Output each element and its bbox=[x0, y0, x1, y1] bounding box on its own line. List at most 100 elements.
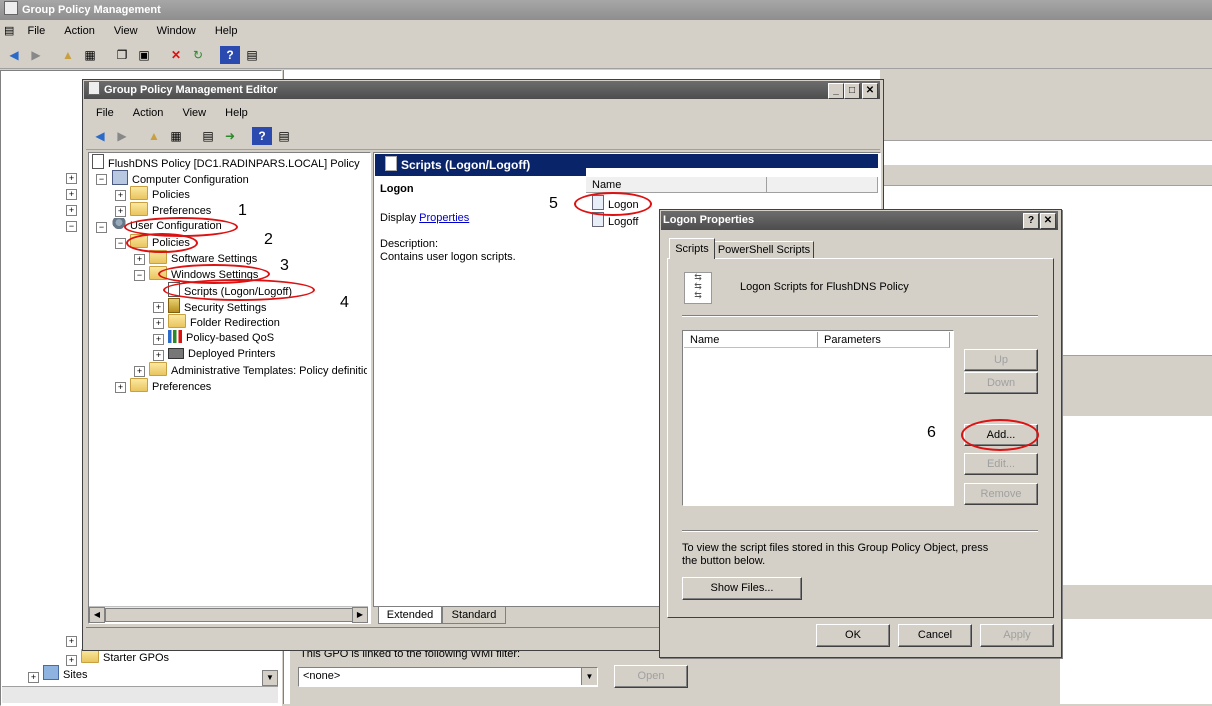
sites-expand[interactable]: + bbox=[28, 672, 39, 683]
dialog-scripts-list[interactable] bbox=[682, 330, 954, 506]
ok-button[interactable]: OK bbox=[816, 624, 890, 647]
chevron-down-icon[interactable]: ▼ bbox=[581, 668, 597, 685]
minimize-icon[interactable]: _ bbox=[828, 83, 844, 99]
scroll-left-icon[interactable]: ◀ bbox=[89, 607, 105, 623]
tree-item-cc-preferences[interactable]: Preferences bbox=[130, 202, 211, 218]
dialog-close-icon[interactable]: ✕ bbox=[1040, 213, 1056, 229]
tree-item-deployed-printers[interactable]: Deployed Printers bbox=[168, 346, 275, 362]
tree-item-administrative-templates[interactable]: Administrative Templates: Policy definit… bbox=[149, 362, 367, 378]
dialog-info-text: To view the script files stored in this … bbox=[682, 542, 989, 567]
forward-arrow-icon[interactable]: ▶ bbox=[26, 46, 46, 64]
paste-icon[interactable]: ▣ bbox=[134, 46, 154, 64]
folder-redirection-expand[interactable]: + bbox=[153, 318, 164, 329]
scroll-thumb[interactable] bbox=[105, 608, 353, 622]
dialog-title-bar[interactable]: Logon Properties ? ✕ bbox=[661, 211, 1058, 230]
computer-config-collapse[interactable]: − bbox=[96, 174, 107, 185]
dialog-header-name[interactable]: Name bbox=[684, 332, 818, 348]
outer-collapse-4[interactable]: − bbox=[66, 221, 77, 232]
tree-label: FlushDNS Policy [DC1.RADINPARS.LOCAL] Po… bbox=[108, 158, 360, 170]
scroll-right-icon[interactable]: ▶ bbox=[352, 607, 368, 623]
editor-menu-file[interactable]: File bbox=[88, 103, 122, 123]
outer-expand-5[interactable]: + bbox=[66, 636, 77, 647]
security-settings-expand[interactable]: + bbox=[153, 302, 164, 313]
tree-root[interactable]: FlushDNS Policy [DC1.RADINPARS.LOCAL] Po… bbox=[92, 154, 360, 170]
outer-expand-3[interactable]: + bbox=[66, 205, 77, 216]
back-arrow-icon[interactable]: ◀ bbox=[90, 127, 110, 145]
outer-menu-action[interactable]: Action bbox=[56, 21, 103, 41]
show-hide-tree-icon[interactable]: ▦ bbox=[80, 46, 100, 64]
editor-menu-view[interactable]: View bbox=[174, 103, 214, 123]
up-button[interactable]: Up bbox=[964, 349, 1038, 371]
dialog-tab-scripts[interactable]: Scripts bbox=[669, 238, 715, 259]
properties-icon[interactable]: ▤ bbox=[242, 46, 262, 64]
uc-preferences-expand[interactable]: + bbox=[115, 382, 126, 393]
outer-expand-1[interactable]: + bbox=[66, 173, 77, 184]
outer-system-icon[interactable]: ▤ bbox=[0, 21, 16, 41]
outer-menu-window[interactable]: Window bbox=[149, 21, 204, 41]
annotation-oval-add bbox=[961, 419, 1039, 451]
outer-expand-2[interactable]: + bbox=[66, 189, 77, 200]
windows-settings-collapse[interactable]: − bbox=[134, 270, 145, 281]
up-folder-icon[interactable]: ▲ bbox=[58, 46, 78, 64]
software-settings-expand[interactable]: + bbox=[134, 254, 145, 265]
properties-icon[interactable]: ▤ bbox=[198, 127, 218, 145]
dialog-help-icon[interactable]: ? bbox=[1023, 213, 1039, 229]
admin-templates-expand[interactable]: + bbox=[134, 366, 145, 377]
down-button[interactable]: Down bbox=[964, 372, 1038, 394]
maximize-icon[interactable]: □ bbox=[844, 83, 860, 99]
dialog-header-parameters[interactable]: Parameters bbox=[818, 332, 950, 348]
deployed-printers-expand[interactable]: + bbox=[153, 350, 164, 361]
editor-title-bar[interactable]: Group Policy Management Editor _ □ ✕ bbox=[84, 81, 880, 99]
outer-right-band bbox=[880, 70, 1212, 141]
tree-item-folder-redirection[interactable]: Folder Redirection bbox=[168, 314, 280, 330]
uc-policies-collapse[interactable]: − bbox=[115, 238, 126, 249]
wmi-filter-select[interactable]: <none> ▼ bbox=[298, 667, 598, 687]
action-pane-icon[interactable]: ▤ bbox=[274, 127, 294, 145]
printer-icon bbox=[168, 348, 184, 359]
edit-button[interactable]: Edit... bbox=[964, 453, 1038, 475]
tree-item-policy-based-qos[interactable]: Policy-based QoS bbox=[168, 330, 274, 346]
tab-standard[interactable]: Standard bbox=[442, 607, 506, 624]
export-icon[interactable]: ➜ bbox=[220, 127, 240, 145]
outer-menu-file[interactable]: File bbox=[19, 21, 53, 41]
tree-item-sites[interactable]: + Sites bbox=[28, 665, 88, 683]
copy-icon[interactable]: ❐ bbox=[112, 46, 132, 64]
editor-menu-action[interactable]: Action bbox=[125, 103, 172, 123]
tree-item-computer-configuration[interactable]: Computer Configuration bbox=[112, 170, 249, 186]
tree-label: Sites bbox=[63, 669, 88, 681]
outer-hscroll[interactable] bbox=[2, 686, 278, 703]
outer-tree-scroll-down[interactable]: ▼ bbox=[262, 670, 278, 686]
show-hide-tree-icon[interactable]: ▦ bbox=[166, 127, 186, 145]
forward-arrow-icon[interactable]: ▶ bbox=[112, 127, 132, 145]
tree-item-starter-gpos[interactable]: + Starter GPOs bbox=[66, 649, 169, 666]
outer-menu-help[interactable]: Help bbox=[207, 21, 246, 41]
tab-extended[interactable]: Extended bbox=[378, 607, 442, 624]
show-files-button[interactable]: Show Files... bbox=[682, 577, 802, 600]
refresh-icon[interactable]: ↻ bbox=[188, 46, 208, 64]
wmi-open-button[interactable]: Open bbox=[614, 665, 688, 688]
editor-menu-help[interactable]: Help bbox=[217, 103, 256, 123]
up-folder-icon[interactable]: ▲ bbox=[144, 127, 164, 145]
properties-link[interactable]: Properties bbox=[419, 212, 469, 224]
help-icon[interactable]: ? bbox=[220, 46, 240, 64]
cancel-button[interactable]: Cancel bbox=[898, 624, 972, 647]
cc-policies-expand[interactable]: + bbox=[115, 190, 126, 201]
outer-menu-view[interactable]: View bbox=[106, 21, 146, 41]
details-display-row: Display Properties bbox=[380, 212, 469, 224]
close-icon[interactable]: ✕ bbox=[862, 83, 878, 99]
tree-item-cc-policies[interactable]: Policies bbox=[130, 186, 190, 202]
cc-preferences-expand[interactable]: + bbox=[115, 206, 126, 217]
outer-title-bar[interactable]: Group Policy Management bbox=[0, 0, 1212, 20]
editor-tree-hscroll[interactable]: ◀ ▶ bbox=[89, 606, 368, 623]
back-arrow-icon[interactable]: ◀ bbox=[4, 46, 24, 64]
list-header-name[interactable]: Name bbox=[586, 177, 767, 193]
apply-button[interactable]: Apply bbox=[980, 624, 1054, 647]
annotation-number-2: 2 bbox=[264, 231, 273, 248]
tree-item-uc-preferences[interactable]: Preferences bbox=[130, 378, 211, 394]
user-config-collapse[interactable]: − bbox=[96, 222, 107, 233]
dialog-tab-powershell-scripts[interactable]: PowerShell Scripts bbox=[714, 241, 814, 259]
delete-icon[interactable]: ✕ bbox=[166, 46, 186, 64]
remove-button[interactable]: Remove bbox=[964, 483, 1038, 505]
help-icon[interactable]: ? bbox=[252, 127, 272, 145]
policy-qos-expand[interactable]: + bbox=[153, 334, 164, 345]
